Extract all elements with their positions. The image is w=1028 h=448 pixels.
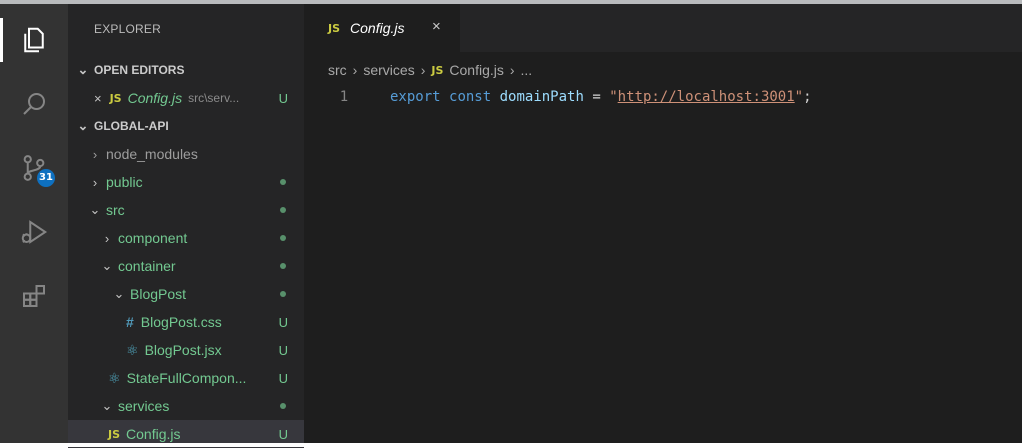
js-file-icon: JS — [431, 63, 444, 77]
code-token-name: domainPath — [499, 89, 584, 105]
chevron-down-icon: ⌄ — [101, 398, 113, 413]
breadcrumb-services[interactable]: services — [363, 62, 414, 78]
vscode-window: 31 EXPLORER ⌄ OPEN EDITORS × JS Config.j… — [0, 0, 1028, 448]
extensions-icon[interactable] — [0, 268, 68, 324]
open-editor-item[interactable]: × JS Config.js src\serv... U — [68, 84, 304, 112]
tree-item-container[interactable]: ⌄ container — [68, 252, 304, 280]
status-badge: U — [278, 370, 288, 386]
open-editor-path: src\serv... — [188, 91, 240, 105]
tab-label: Config.js — [350, 20, 405, 36]
breadcrumb: src › services › JS Config.js › ... — [328, 60, 532, 80]
status-badge: U — [278, 342, 288, 358]
explorer-icon[interactable] — [0, 12, 68, 68]
explorer-title: EXPLORER — [94, 22, 161, 36]
chevron-right-icon: › — [420, 62, 426, 78]
tree-item-label: BlogPost.jsx — [144, 342, 222, 358]
tree-item-label: services — [118, 398, 170, 414]
status-badge: U — [278, 314, 288, 330]
tree-item-component[interactable]: › component — [68, 224, 304, 252]
chevron-right-icon: › — [104, 230, 110, 246]
run-debug-icon[interactable] — [0, 204, 68, 260]
react-file-icon: ⚛ — [126, 341, 139, 358]
css-file-icon: # — [126, 314, 134, 330]
chevron-right-icon: › — [352, 62, 358, 78]
activity-bar: 31 — [0, 4, 68, 443]
chevron-down-icon: ⌄ — [77, 118, 89, 133]
tree-item-node-modules[interactable]: › node_modules — [68, 140, 304, 168]
chevron-down-icon: ⌄ — [89, 202, 101, 217]
tree-item-services[interactable]: ⌄ services — [68, 392, 304, 420]
modified-dot — [280, 207, 286, 213]
tree-item-blogpost-jsx[interactable]: ⚛ BlogPost.jsx U — [68, 336, 304, 364]
status-badge: U — [278, 90, 288, 106]
chevron-right-icon: › — [92, 174, 98, 190]
source-control-icon[interactable]: 31 — [0, 140, 68, 196]
tree-item-label: BlogPost — [130, 286, 187, 302]
line-number: 1 — [339, 89, 349, 105]
scm-badge: 31 — [37, 169, 55, 187]
code-token-quote: " — [794, 89, 804, 105]
tree-item-label: Config.js — [126, 426, 181, 442]
modified-dot — [280, 291, 286, 297]
tree-item-label: container — [118, 258, 176, 274]
react-file-icon: ⚛ — [108, 369, 121, 386]
project-header[interactable]: ⌄ GLOBAL-API — [68, 112, 304, 140]
code-line-1[interactable]: 1 export const domainPath = " http://loca… — [328, 86, 812, 108]
code-token-op: = — [592, 89, 601, 105]
breadcrumb-file[interactable]: Config.js — [449, 62, 503, 78]
chevron-down-icon: ⌄ — [77, 62, 89, 77]
tree-item-src[interactable]: ⌄ src — [68, 196, 304, 224]
js-file-icon: JS — [108, 427, 121, 441]
status-badge: U — [278, 426, 288, 442]
search-icon[interactable] — [0, 76, 68, 132]
tree-item-blogpost[interactable]: ⌄ BlogPost — [68, 280, 304, 308]
tab-config-js[interactable]: JS Config.js × — [304, 4, 460, 52]
tree-item-blogpost-css[interactable]: # BlogPost.css U — [68, 308, 304, 336]
tab-bar: JS Config.js × — [304, 4, 1022, 52]
chevron-right-icon: › — [509, 62, 515, 78]
tree-item-label: public — [106, 174, 143, 190]
open-editor-name: Config.js — [127, 90, 183, 106]
chevron-right-icon: › — [92, 146, 98, 162]
close-icon[interactable]: × — [432, 18, 441, 35]
modified-dot — [280, 235, 286, 241]
tree-item-label: src — [106, 202, 125, 218]
tree-item-label: node_modules — [106, 146, 198, 162]
tree-item-statefull[interactable]: ⚛ StateFullCompon... U — [68, 364, 304, 392]
tree-item-label: BlogPost.css — [140, 314, 222, 330]
code-token-const: const — [449, 89, 492, 105]
modified-dot — [280, 263, 286, 269]
code-token-quote: " — [609, 89, 618, 105]
tree-item-public[interactable]: › public — [68, 168, 304, 196]
tree-item-label: StateFullCompon... — [126, 370, 247, 386]
chevron-down-icon: ⌄ — [113, 286, 125, 301]
bottom-border — [0, 443, 1028, 447]
modified-dot — [280, 179, 286, 185]
modified-dot — [280, 403, 286, 409]
tree-item-label: component — [118, 230, 188, 246]
explorer-sidebar: EXPLORER ⌄ OPEN EDITORS × JS Config.js s… — [68, 4, 304, 448]
js-file-icon: JS — [328, 21, 341, 35]
right-border — [1022, 0, 1028, 447]
chevron-down-icon: ⌄ — [101, 258, 113, 273]
breadcrumb-src[interactable]: src — [328, 62, 347, 78]
breadcrumb-symbols[interactable]: ... — [521, 62, 533, 78]
js-file-icon: JS — [109, 91, 122, 105]
code-token-export: export — [390, 89, 441, 105]
open-editors-header[interactable]: ⌄ OPEN EDITORS — [68, 56, 304, 84]
editor-area: JS Config.js × src › services › JS Confi… — [304, 4, 1022, 443]
code-token-semicolon: ; — [803, 89, 812, 105]
code-token-url[interactable]: http://localhost:3001 — [618, 89, 795, 105]
close-icon[interactable]: × — [94, 91, 102, 106]
